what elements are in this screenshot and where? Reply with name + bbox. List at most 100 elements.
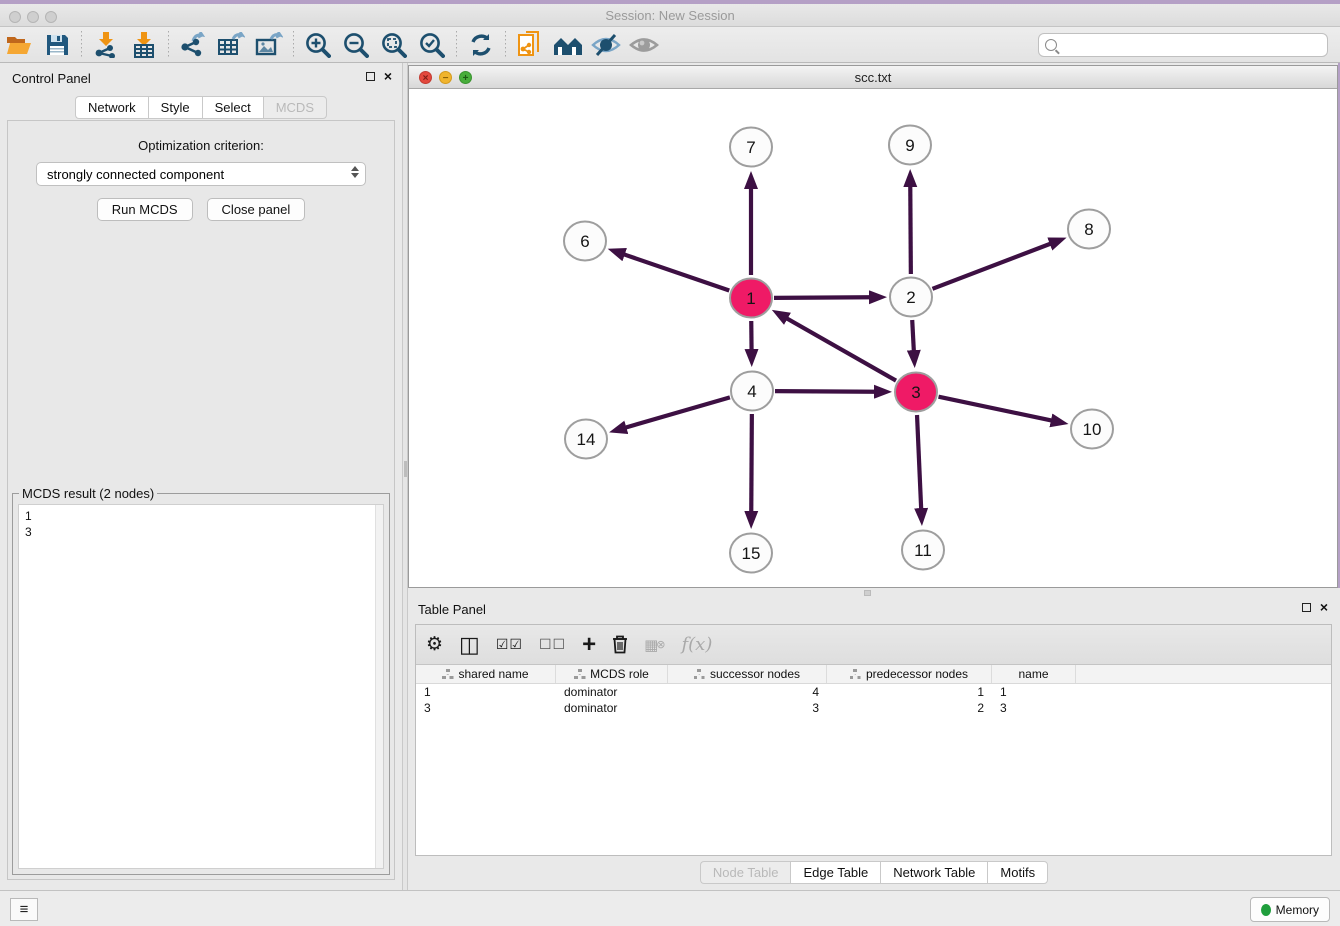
hide-selected-icon[interactable] — [591, 30, 621, 60]
cell-shared-name[interactable]: 1 — [416, 684, 556, 700]
export-table-icon[interactable] — [216, 30, 246, 60]
add-column-icon[interactable]: + — [582, 636, 596, 654]
float-panel-icon[interactable] — [366, 72, 375, 81]
close-panel-button[interactable]: Close panel — [207, 198, 306, 221]
edge-2-3[interactable] — [912, 320, 914, 351]
column-successor-nodes[interactable]: successor nodes — [668, 665, 827, 683]
table-header-row[interactable]: shared name MCDS role successor nodes pr… — [416, 665, 1331, 684]
export-image-icon[interactable] — [254, 30, 284, 60]
splitter-handle[interactable] — [404, 461, 407, 477]
open-session-icon[interactable] — [4, 30, 34, 60]
tab-network[interactable]: Network — [75, 96, 148, 119]
memory-label: Memory — [1276, 903, 1319, 917]
column-predecessor-nodes[interactable]: predecessor nodes — [827, 665, 992, 683]
edge-1-6[interactable] — [624, 254, 729, 290]
table-toolbar: ⚙ ◫ ☑☑ ☐☐ + ▦⊗ f(x) — [416, 625, 1331, 665]
result-line: 3 — [25, 524, 383, 540]
node-label-4: 4 — [747, 382, 756, 401]
cell-name[interactable]: 1 — [992, 684, 1076, 700]
task-history-button[interactable]: ≡ — [10, 898, 38, 921]
zoom-fit-icon[interactable] — [379, 30, 409, 60]
network-window-titlebar[interactable]: × − + scc.txt — [409, 66, 1337, 89]
table-container: ⚙ ◫ ☑☑ ☐☐ + ▦⊗ f(x) shared name MCDS rol… — [415, 624, 1332, 856]
edge-4-3[interactable] — [775, 391, 875, 392]
search-box[interactable] — [1038, 33, 1328, 57]
delete-table-icon: ▦⊗ — [644, 636, 665, 654]
edge-4-14[interactable] — [625, 397, 730, 427]
table-row[interactable]: 3 dominator 3 2 3 — [416, 700, 1331, 716]
edge-1-2[interactable] — [774, 297, 870, 298]
zoom-in-icon[interactable] — [303, 30, 333, 60]
status-bar: ≡ Memory — [0, 890, 1340, 926]
horizontal-splitter[interactable] — [408, 588, 1340, 598]
refresh-icon[interactable] — [466, 30, 496, 60]
table-settings-icon[interactable]: ⚙ — [426, 633, 443, 656]
edge-3-1[interactable] — [787, 318, 896, 380]
criterion-select[interactable]: strongly connected component — [36, 162, 366, 186]
node-table[interactable]: shared name MCDS role successor nodes pr… — [416, 665, 1331, 716]
delete-column-icon[interactable] — [612, 635, 628, 654]
cell-successor-nodes[interactable]: 4 — [668, 684, 827, 700]
edge-2-8[interactable] — [932, 244, 1050, 289]
node-label-3: 3 — [911, 383, 920, 402]
edge-3-11[interactable] — [917, 415, 921, 509]
edge-4-15[interactable] — [751, 414, 752, 512]
tab-network-table[interactable]: Network Table — [880, 861, 987, 884]
tab-mcds[interactable]: MCDS — [263, 96, 327, 119]
duplicate-network-icon[interactable] — [515, 30, 545, 60]
edge-3-10[interactable] — [939, 397, 1052, 421]
first-neighbors-icon[interactable] — [553, 30, 583, 60]
tab-style[interactable]: Style — [148, 96, 202, 119]
import-network-icon[interactable] — [91, 30, 121, 60]
column-name[interactable]: name — [992, 665, 1076, 683]
node-label-10: 10 — [1083, 420, 1102, 439]
cell-mcds-role[interactable]: dominator — [556, 684, 668, 700]
tab-node-table[interactable]: Node Table — [700, 861, 791, 884]
column-mcds-role[interactable]: MCDS role — [556, 665, 668, 683]
cell-shared-name[interactable]: 3 — [416, 700, 556, 716]
show-all-icon[interactable] — [629, 30, 659, 60]
mcds-result-list[interactable]: 1 3 — [18, 504, 384, 869]
close-panel-icon[interactable]: × — [384, 71, 392, 81]
criterion-value: strongly connected component — [47, 167, 224, 182]
mcds-panel: Optimization criterion: strongly connect… — [7, 120, 395, 880]
deselect-all-checkboxes-icon[interactable]: ☐☐ — [539, 636, 566, 653]
save-session-icon[interactable] — [42, 30, 72, 60]
edge-2-9[interactable] — [910, 186, 911, 274]
run-mcds-button[interactable]: Run MCDS — [97, 198, 193, 221]
table-row[interactable]: 1 dominator 4 1 1 — [416, 684, 1331, 700]
zoom-out-icon[interactable] — [341, 30, 371, 60]
select-all-checkboxes-icon[interactable]: ☑☑ — [496, 636, 523, 653]
memory-button[interactable]: Memory — [1250, 897, 1330, 922]
toolbar-separator — [456, 31, 457, 59]
cell-predecessor-nodes[interactable]: 1 — [827, 684, 992, 700]
node-label-7: 7 — [746, 138, 755, 157]
cell-name[interactable]: 3 — [992, 700, 1076, 716]
tab-edge-table[interactable]: Edge Table — [790, 861, 880, 884]
splitter-handle[interactable] — [864, 590, 871, 596]
attribute-icon — [850, 669, 861, 679]
tab-select[interactable]: Select — [202, 96, 263, 119]
toolbar-separator — [505, 31, 506, 59]
close-table-panel-icon[interactable]: × — [1320, 602, 1328, 612]
import-table-icon[interactable] — [129, 30, 159, 60]
cell-predecessor-nodes[interactable]: 2 — [827, 700, 992, 716]
app-titlebar: Session: New Session — [0, 4, 1340, 27]
network-graph[interactable]: 1234678910111415 — [409, 89, 1337, 587]
search-input[interactable] — [1063, 38, 1321, 52]
show-columns-icon[interactable]: ◫ — [459, 632, 480, 658]
result-scrollbar[interactable] — [375, 505, 383, 868]
network-canvas[interactable]: 1234678910111415 — [409, 89, 1337, 587]
export-network-icon[interactable] — [178, 30, 208, 60]
cell-mcds-role[interactable]: dominator — [556, 700, 668, 716]
node-label-11: 11 — [914, 541, 932, 560]
node-label-14: 14 — [577, 430, 596, 449]
cell-successor-nodes[interactable]: 3 — [668, 700, 827, 716]
select-stepper-icon — [351, 166, 359, 178]
zoom-selected-icon[interactable] — [417, 30, 447, 60]
tab-motifs[interactable]: Motifs — [987, 861, 1048, 884]
table-panel: Table Panel × ⚙ ◫ ☑☑ ☐☐ + ▦⊗ f(x) shared… — [408, 598, 1340, 890]
node-label-1: 1 — [746, 289, 755, 308]
float-table-panel-icon[interactable] — [1302, 603, 1311, 612]
column-shared-name[interactable]: shared name — [416, 665, 556, 683]
